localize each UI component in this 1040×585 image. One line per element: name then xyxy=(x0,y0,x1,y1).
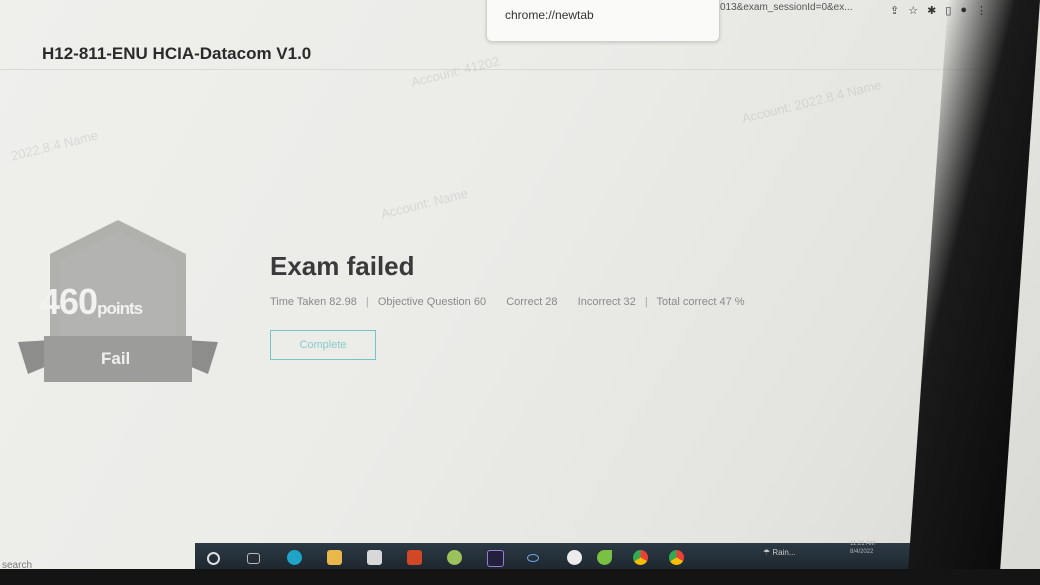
watermark: Account: 2022.8.4 Name xyxy=(740,76,883,127)
share-icon[interactable]: ⇪ xyxy=(890,4,899,17)
taskbar xyxy=(195,543,935,572)
powerpoint-icon[interactable] xyxy=(407,550,422,565)
chrome-icon[interactable] xyxy=(633,550,648,565)
complete-button[interactable]: Complete xyxy=(270,330,376,360)
separator: | xyxy=(365,296,369,308)
cortana-icon[interactable] xyxy=(207,552,220,565)
watermark: 2022.8.4 Name xyxy=(9,127,100,164)
exam-stats: Time Taken 82.98 | Objective Question 60… xyxy=(270,296,745,308)
file-explorer-icon[interactable] xyxy=(327,550,342,565)
status-label: Fail xyxy=(101,349,131,368)
watermark: Account: Name xyxy=(379,185,470,222)
objective-question: Objective Question 60 xyxy=(377,296,487,308)
monitor-bezel-bottom xyxy=(0,569,1040,585)
browser-window: 013&exam_sessionId=0&ex... ⇪ ☆ ✱ ▯ ● ⋮ c… xyxy=(0,0,1040,585)
page-title: H12-811-ENU HCIA-Datacom V1.0 xyxy=(42,44,312,63)
watermark: Account: 41202 xyxy=(409,53,501,90)
edge-icon[interactable] xyxy=(287,550,302,565)
address-bar-fragment[interactable]: 013&exam_sessionId=0&ex... xyxy=(720,2,853,13)
clock-date: 8/4/2022 xyxy=(850,549,874,555)
total-correct: Total correct 47 % xyxy=(656,296,745,308)
weather-icon: ☂ xyxy=(763,548,773,557)
weather-widget[interactable]: ☂ Rain... xyxy=(763,548,796,557)
weather-text: Rain... xyxy=(772,548,796,557)
store-icon[interactable] xyxy=(367,550,382,565)
clock-time: 11:21 AM xyxy=(850,541,875,547)
monitor-bezel xyxy=(907,0,1040,585)
extension-icon[interactable]: ✱ xyxy=(927,4,936,17)
result-heading: Exam failed xyxy=(270,251,415,281)
app-icon[interactable] xyxy=(447,550,462,565)
chrome-icon[interactable] xyxy=(669,550,684,565)
link-icon[interactable] xyxy=(527,554,539,562)
premiere-icon[interactable] xyxy=(487,550,504,567)
separator: | xyxy=(644,296,648,308)
correct-count: Correct 28 xyxy=(506,296,558,308)
star-icon[interactable]: ☆ xyxy=(908,4,918,17)
app-icon[interactable] xyxy=(597,550,612,565)
incorrect-count: Incorrect 32 xyxy=(577,296,636,308)
score-value: 460points xyxy=(40,281,143,323)
omnibox-dropdown[interactable]: chrome://newtab xyxy=(486,0,720,42)
omnibox-suggestion[interactable]: chrome://newtab xyxy=(505,8,594,22)
score-unit: points xyxy=(97,299,143,318)
taskbar-clock[interactable]: 11:21 AM 8/4/2022 xyxy=(850,540,875,556)
header-divider xyxy=(0,69,1040,70)
time-taken: Time Taken 82.98 xyxy=(270,296,357,308)
app-icon[interactable] xyxy=(567,550,582,565)
score-number: 460 xyxy=(40,281,98,322)
task-view-icon[interactable] xyxy=(247,553,260,564)
